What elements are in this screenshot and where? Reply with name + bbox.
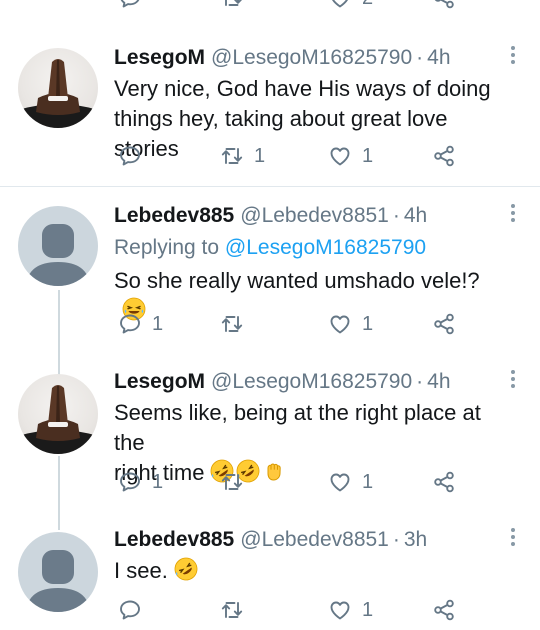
like-button[interactable]: 1 bbox=[328, 144, 373, 168]
avatar[interactable] bbox=[18, 532, 98, 612]
replying-to-mention[interactable]: @LesegoM16825790 bbox=[225, 236, 426, 259]
reply-icon bbox=[118, 470, 142, 494]
separator-dot: · bbox=[416, 370, 424, 393]
replying-to: Replying to @LesegoM16825790 bbox=[114, 234, 500, 262]
action-bar: 1 1 bbox=[118, 144, 478, 170]
user-handle[interactable]: @LesegoM16825790 bbox=[211, 44, 412, 72]
reply-icon bbox=[118, 598, 142, 622]
share-icon bbox=[432, 470, 456, 494]
more-icon[interactable] bbox=[510, 528, 516, 549]
retweet-button[interactable] bbox=[220, 312, 254, 336]
like-button[interactable]: 1 bbox=[328, 312, 373, 336]
like-count: 1 bbox=[362, 312, 374, 335]
thread-line bbox=[58, 290, 60, 376]
action-bar: 1 1 bbox=[118, 312, 478, 338]
like-icon bbox=[328, 470, 352, 494]
tweet-header: LesegoM @LesegoM16825790 · 4h bbox=[114, 368, 500, 396]
like-icon bbox=[328, 598, 352, 622]
retweet-count: 1 bbox=[254, 144, 266, 167]
like-count: 1 bbox=[362, 470, 374, 493]
reply-icon bbox=[118, 0, 142, 10]
reply-button[interactable]: 1 bbox=[118, 470, 163, 494]
like-button[interactable]: 1 bbox=[328, 470, 373, 494]
reply-count: 1 bbox=[152, 312, 164, 335]
reply-icon bbox=[118, 144, 142, 168]
display-name[interactable]: Lebedev885 bbox=[114, 202, 234, 230]
like-count: 2 bbox=[362, 0, 373, 10]
like-icon bbox=[328, 0, 352, 10]
default-avatar-icon bbox=[26, 550, 90, 612]
reply-button[interactable] bbox=[118, 0, 152, 10]
timestamp[interactable]: 3h bbox=[404, 526, 427, 554]
tweet-header: LesegoM @LesegoM16825790 · 4h bbox=[114, 44, 500, 72]
action-bar: 1 bbox=[118, 598, 478, 624]
praying-hands-photo bbox=[18, 385, 98, 454]
share-button[interactable] bbox=[432, 312, 456, 336]
reply-icon bbox=[118, 312, 142, 336]
avatar[interactable] bbox=[18, 374, 98, 454]
more-icon[interactable] bbox=[510, 46, 516, 67]
retweet-icon bbox=[220, 470, 244, 494]
retweet-icon bbox=[220, 0, 244, 10]
share-icon bbox=[432, 598, 456, 622]
share-button[interactable] bbox=[432, 598, 456, 622]
avatar[interactable] bbox=[18, 206, 98, 286]
share-icon bbox=[432, 144, 456, 168]
top-action-bar: 2 bbox=[118, 0, 478, 12]
retweet-icon bbox=[220, 312, 244, 336]
retweet-button[interactable]: 1 bbox=[220, 144, 265, 168]
more-icon[interactable] bbox=[510, 204, 516, 225]
reply-button[interactable]: 1 bbox=[118, 312, 163, 336]
replying-to-label: Replying to bbox=[114, 236, 220, 259]
display-name[interactable]: LesegoM bbox=[114, 368, 205, 396]
user-handle[interactable]: @Lebedev8851 bbox=[240, 526, 389, 554]
reply-button[interactable] bbox=[118, 598, 152, 622]
retweet-icon bbox=[220, 598, 244, 622]
retweet-icon bbox=[220, 144, 244, 168]
like-icon bbox=[328, 144, 352, 168]
divider bbox=[0, 186, 540, 187]
praying-hands-photo bbox=[18, 59, 98, 128]
display-name[interactable]: Lebedev885 bbox=[114, 526, 234, 554]
separator-dot: · bbox=[416, 46, 424, 69]
retweet-button[interactable] bbox=[220, 470, 254, 494]
user-handle[interactable]: @LesegoM16825790 bbox=[211, 368, 412, 396]
like-icon bbox=[328, 312, 352, 336]
display-name[interactable]: LesegoM bbox=[114, 44, 205, 72]
more-icon[interactable] bbox=[510, 370, 516, 391]
timestamp[interactable]: 4h bbox=[404, 202, 427, 230]
like-count: 1 bbox=[362, 598, 374, 621]
separator-dot: · bbox=[392, 204, 400, 227]
retweet-button[interactable] bbox=[220, 598, 254, 622]
timestamp[interactable]: 4h bbox=[427, 44, 450, 72]
like-button[interactable]: 2 bbox=[328, 0, 373, 10]
share-button[interactable] bbox=[432, 144, 456, 168]
timestamp[interactable]: 4h bbox=[427, 368, 450, 396]
user-handle[interactable]: @Lebedev8851 bbox=[240, 202, 389, 230]
separator-dot: · bbox=[392, 528, 400, 551]
retweet-button[interactable] bbox=[220, 0, 244, 10]
default-avatar-icon bbox=[26, 224, 90, 286]
share-button[interactable] bbox=[432, 470, 456, 494]
avatar[interactable] bbox=[18, 48, 98, 128]
action-bar: 1 1 bbox=[118, 470, 478, 496]
like-count: 1 bbox=[362, 144, 374, 167]
rofl-emoji-icon bbox=[174, 557, 198, 581]
thread-line bbox=[58, 456, 60, 530]
like-button[interactable]: 1 bbox=[328, 598, 373, 622]
tweet-header: Lebedev885 @Lebedev8851 · 4h bbox=[114, 202, 500, 230]
tweet-header: Lebedev885 @Lebedev8851 · 3h bbox=[114, 526, 500, 554]
share-icon bbox=[432, 312, 456, 336]
tweet-text: I see. bbox=[114, 556, 500, 586]
share-icon bbox=[432, 0, 456, 10]
reply-button[interactable] bbox=[118, 144, 152, 168]
share-button[interactable] bbox=[432, 0, 456, 10]
reply-count: 1 bbox=[152, 470, 164, 493]
